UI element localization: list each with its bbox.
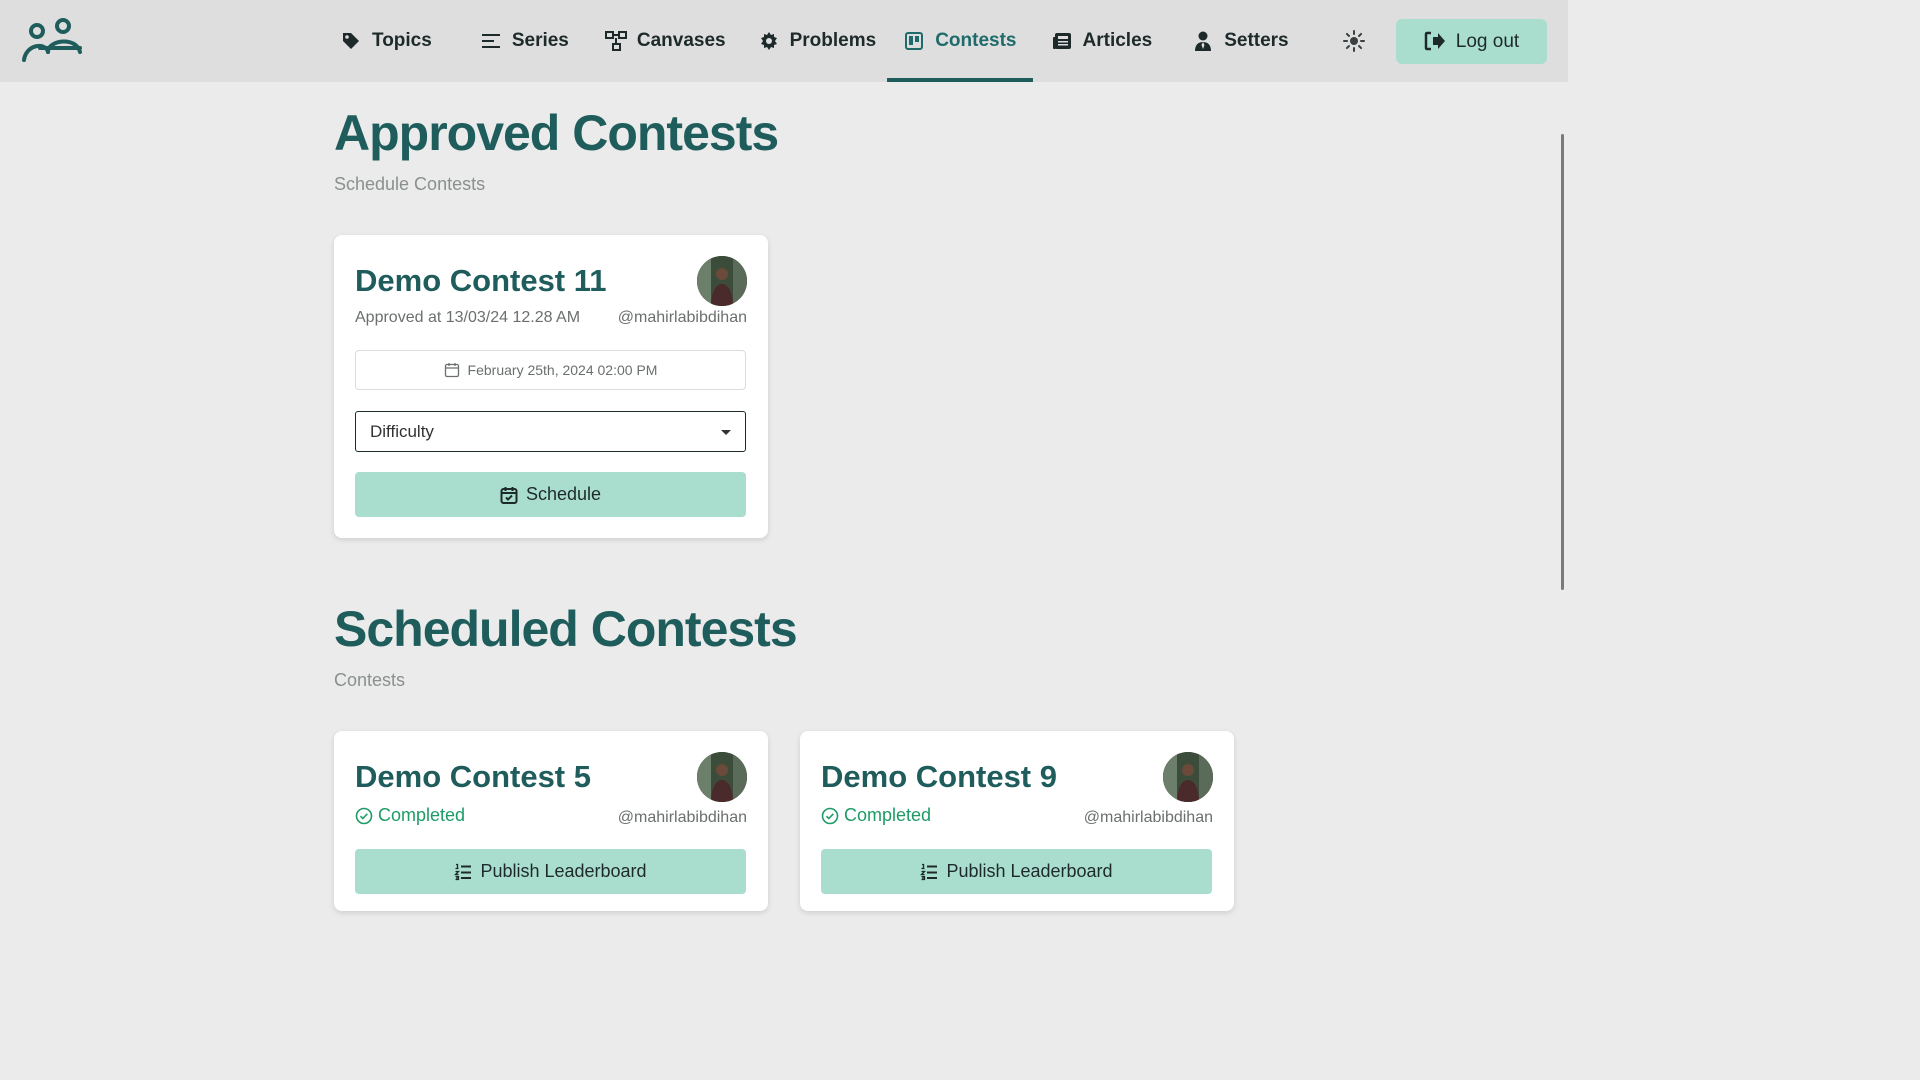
scheduled-section-subtitle: Contests [334, 670, 406, 690]
nav-label: Canvases [636, 30, 726, 51]
nav-label: Problems [789, 30, 877, 51]
nav-setters[interactable]: Setters [1176, 0, 1304, 82]
nav-problems[interactable]: Problems [742, 0, 893, 82]
board-icon [903, 30, 925, 52]
user-tie-icon [1192, 30, 1214, 52]
date-value: February 25th, 2024 02:00 PM [467, 362, 658, 378]
nav-label: Articles [1082, 30, 1153, 51]
logout-icon [1424, 31, 1446, 53]
difficulty-placeholder: Difficulty [370, 421, 434, 441]
approved-at-text: Approved at 13/03/24 12.28 AM [355, 309, 581, 326]
avatar[interactable] [697, 752, 747, 802]
status-badge: Completed [355, 805, 465, 826]
ordered-list-icon [454, 863, 472, 881]
ordered-list-icon [920, 863, 938, 881]
publish-leaderboard-label: Publish Leaderboard [946, 861, 1113, 881]
nav-label: Topics [372, 30, 432, 51]
nav-label: Series [511, 30, 569, 51]
nav-contests[interactable]: Contests [887, 0, 1033, 82]
caret-down-icon [721, 430, 731, 435]
status-label: Completed [378, 805, 466, 825]
setter-handle[interactable]: @mahirlabibdihan [618, 309, 747, 327]
check-circle-icon [821, 807, 839, 825]
status-label: Completed [844, 805, 932, 825]
contest-title: Demo Contest 9 [821, 759, 1057, 794]
setter-handle[interactable]: @mahirlabibdihan [1084, 809, 1213, 827]
contest-card: Demo Contest 11 Approved at 13/03/24 12.… [334, 235, 768, 538]
newspaper-icon [1051, 30, 1073, 52]
nav-label: Setters [1224, 30, 1289, 51]
logout-button[interactable]: Log out [1396, 19, 1547, 64]
nav-canvases[interactable]: Canvases [589, 0, 742, 82]
difficulty-select[interactable]: Difficulty [355, 411, 746, 452]
approved-section-subtitle: Schedule Contests [334, 174, 486, 194]
nav-articles[interactable]: Articles [1035, 0, 1169, 82]
puzzle-icon [758, 30, 780, 52]
publish-leaderboard-button[interactable]: Publish Leaderboard [821, 849, 1212, 894]
nav-label: Contests [935, 30, 1017, 51]
diagram-icon [604, 30, 627, 52]
navbar: Topics Series Canvases Problems Contests [0, 0, 1568, 82]
check-circle-icon [355, 807, 373, 825]
date-picker-field[interactable]: February 25th, 2024 02:00 PM [355, 350, 746, 390]
main-nav: Topics Series Canvases Problems Contests [324, 0, 1305, 82]
publish-leaderboard-label: Publish Leaderboard [480, 861, 647, 881]
contest-card: Demo Contest 9 Completed @mahirlabibdiha… [800, 731, 1234, 911]
logo-icon[interactable] [18, 18, 84, 64]
contest-title: Demo Contest 11 [355, 263, 607, 298]
publish-leaderboard-button[interactable]: Publish Leaderboard [355, 849, 746, 894]
avatar[interactable] [1163, 752, 1213, 802]
contest-title: Demo Contest 5 [355, 759, 591, 794]
list-icon [480, 30, 502, 52]
approved-section-title: Approved Contests [334, 105, 779, 161]
calendar-icon [444, 362, 460, 378]
logout-label: Log out [1455, 30, 1520, 52]
status-badge: Completed [821, 805, 931, 826]
schedule-label: Schedule [525, 484, 602, 504]
scheduled-section-title: Scheduled Contests [334, 601, 798, 657]
calendar-check-icon [500, 486, 518, 504]
setter-handle[interactable]: @mahirlabibdihan [618, 809, 747, 827]
vertical-scrollbar[interactable] [1561, 134, 1564, 590]
contest-card: Demo Contest 5 Completed @mahirlabibdiha… [334, 731, 768, 911]
tag-icon [340, 30, 362, 52]
nav-topics[interactable]: Topics [324, 0, 448, 82]
nav-series[interactable]: Series [464, 0, 585, 82]
theme-toggle-sun-icon[interactable] [1342, 29, 1366, 53]
avatar[interactable] [697, 256, 747, 306]
schedule-button[interactable]: Schedule [355, 472, 746, 517]
